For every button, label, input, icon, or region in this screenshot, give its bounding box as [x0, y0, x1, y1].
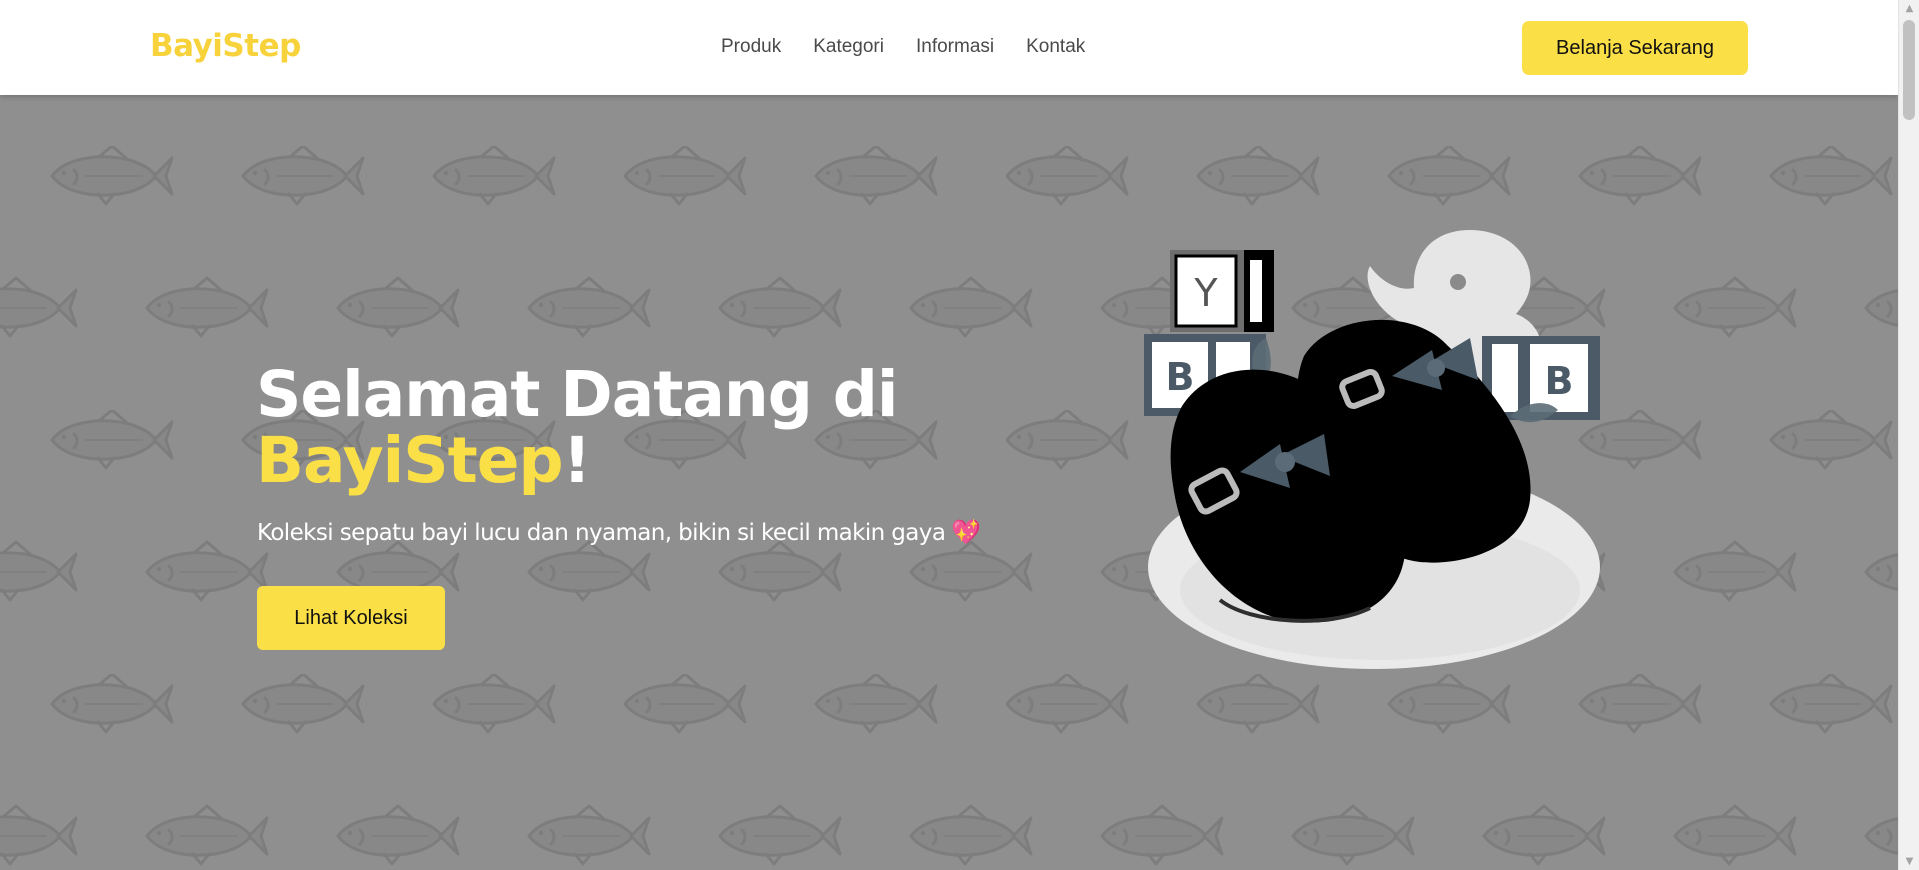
nav-link-produk[interactable]: Produk: [721, 36, 781, 58]
sparkling-heart-icon: 💖: [951, 518, 981, 546]
nav-link-informasi[interactable]: Informasi: [916, 36, 994, 58]
scroll-thumb[interactable]: [1903, 20, 1915, 120]
main-nav: Produk Kategori Informasi Kontak: [721, 36, 1085, 58]
shop-now-button[interactable]: Belanja Sekarang: [1522, 21, 1748, 75]
hero-title: Selamat Datang di BayiStep!: [256, 362, 898, 497]
scroll-down-arrow-icon[interactable]: ▼: [1899, 853, 1919, 870]
baby-shoes-illustration: Y B B: [1144, 230, 1600, 669]
hero-subtitle-text: Koleksi sepatu bayi lucu dan nyaman, bik…: [257, 520, 946, 546]
site-logo[interactable]: BayiStep: [150, 28, 301, 64]
page: BayiStep Produk Kategori Informasi Konta…: [0, 0, 1919, 870]
hero-title-brand: BayiStep: [256, 424, 564, 497]
svg-text:B: B: [1166, 355, 1195, 399]
site-header: BayiStep Produk Kategori Informasi Konta…: [0, 0, 1898, 95]
hero-title-prefix: Selamat Datang di: [256, 358, 898, 431]
alphabet-block-y: Y: [1170, 250, 1274, 332]
nav-link-kontak[interactable]: Kontak: [1026, 36, 1085, 58]
nav-link-kategori[interactable]: Kategori: [813, 36, 884, 58]
hero-subtitle: Koleksi sepatu bayi lucu dan nyaman, bik…: [257, 518, 981, 546]
scroll-up-arrow-icon[interactable]: ▲: [1899, 0, 1919, 17]
page-scrollbar[interactable]: ▲ ▼: [1898, 0, 1919, 870]
view-collection-button[interactable]: Lihat Koleksi: [257, 586, 445, 650]
svg-text:Y: Y: [1193, 271, 1218, 315]
svg-text:B: B: [1545, 359, 1574, 403]
hero-title-suffix: !: [562, 424, 592, 497]
hero-section: Selamat Datang di BayiStep! Koleksi sepa…: [0, 95, 1898, 870]
